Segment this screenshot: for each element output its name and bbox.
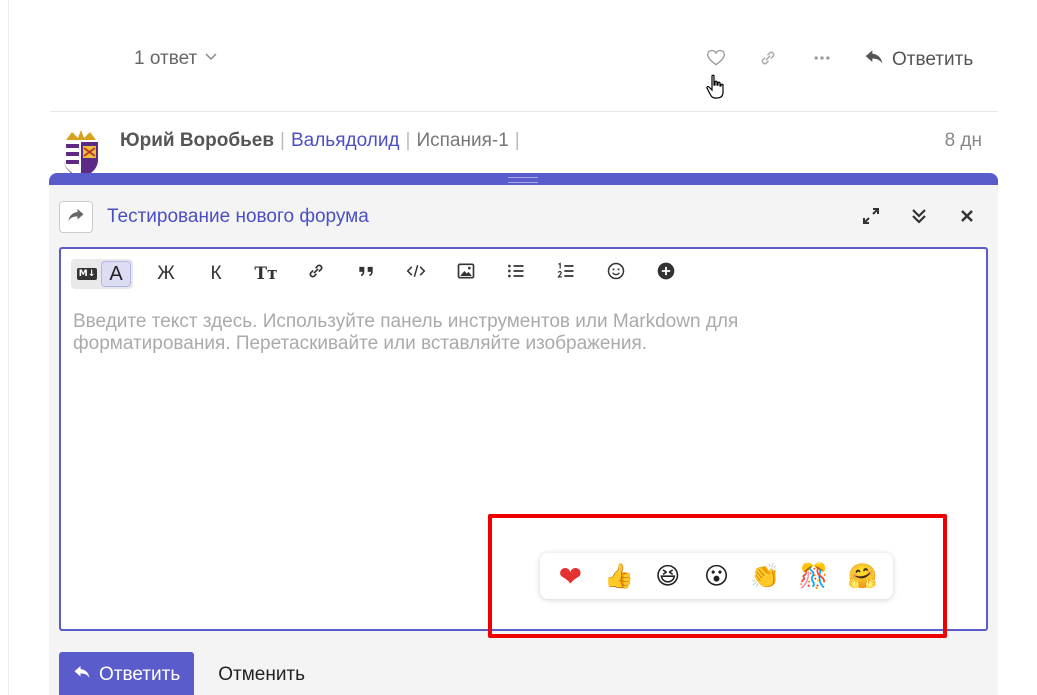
italic-icon: К [210,263,222,284]
laughing-reaction[interactable]: 😆 [652,560,684,592]
composer-footer: Ответить Отменить [59,652,305,695]
editor-mode-toggle[interactable]: M↓ A [71,259,133,289]
bold-icon: Ж [157,263,175,284]
quote-button[interactable] [341,259,391,289]
quote-icon [356,261,376,287]
submit-reply-button[interactable]: Ответить [59,652,195,695]
italic-button[interactable]: К [191,259,241,289]
post-reply-button[interactable]: Ответить [864,48,973,72]
reply-as-topic-button[interactable] [59,201,93,233]
reply-post-header: Юрий Воробьев | Вальядолид | Испания-1 |… [0,122,1037,178]
reaction-picker: ❤ 👍 😆 😮 👏 🎊 🤗 [540,553,893,599]
share-arrow-icon [67,207,85,228]
reply-arrow-icon [73,664,91,686]
minimize-button[interactable] [907,206,931,230]
separator: | [514,130,520,151]
heading-icon: Тт [254,264,278,284]
bullet-list-button[interactable] [491,259,541,289]
bullet-list-icon [506,261,526,287]
heart-icon [706,48,726,73]
like-button[interactable] [704,48,728,72]
composer-drag-handle[interactable] [508,177,538,183]
numbered-list-icon [556,261,576,287]
replies-count-label: 1 ответ [134,48,198,69]
separator: | [405,130,411,151]
code-icon [406,261,426,287]
cancel-button[interactable]: Отменить [218,664,305,686]
league-label: Испания-1 [416,130,509,151]
clapping-reaction[interactable]: 👏 [749,560,781,592]
hugging-reaction[interactable]: 🤗 [847,560,879,592]
editor-placeholder: Введите текст здесь. Используйте панель … [73,311,739,354]
chevron-down-icon [203,48,219,70]
more-insert-button[interactable] [641,259,691,289]
image-icon [456,261,476,287]
post-reply-label: Ответить [892,49,974,70]
left-border-line [8,0,9,695]
insert-link-button[interactable] [291,259,341,289]
markdown-mode-icon[interactable]: M↓ [77,268,97,280]
surprised-reaction[interactable]: 😮 [700,560,732,592]
editor-area[interactable]: M↓ A Ж К Тт Введите текст здесь. Использ… [59,247,988,631]
post-timestamp[interactable]: 8 дн [945,130,982,152]
reply-composer: Тестирование нового форума M↓ A Ж К Тт В… [49,173,998,695]
submit-reply-label: Ответить [99,664,181,685]
ellipsis-icon [812,48,832,73]
heart-reaction[interactable]: ❤ [554,560,586,593]
link-icon [758,48,778,73]
post-action-bar: 1 ответ Ответить [0,40,1037,80]
confetti-reaction[interactable]: 🎊 [798,560,830,592]
numbered-list-button[interactable] [541,259,591,289]
emoji-button[interactable] [591,259,641,289]
thumbs-up-reaction[interactable]: 👍 [603,560,635,592]
heading-button[interactable]: Тт [241,259,291,289]
fullscreen-button[interactable] [859,206,883,230]
hand-cursor-icon [706,74,726,100]
plus-circle-icon [656,261,676,287]
reply-arrow-icon [864,48,884,72]
topic-title-link[interactable]: Тестирование нового форума [107,206,369,228]
close-icon [959,208,975,229]
composer-title-row: Тестирование нового форума [59,201,989,235]
insert-image-button[interactable] [441,259,491,289]
avatar[interactable] [58,128,104,178]
rich-text-mode-icon[interactable]: A [101,261,131,287]
copy-link-button[interactable] [756,48,780,72]
author-line: Юрий Воробьев | Вальядолид | Испания-1 | [120,130,526,152]
code-button[interactable] [391,259,441,289]
expand-icon [862,207,880,230]
close-button[interactable] [955,206,979,230]
more-options-button[interactable] [810,48,834,72]
double-chevron-down-icon [910,207,928,230]
author-name[interactable]: Юрий Воробьев [120,130,274,152]
smiley-icon [606,261,626,287]
club-link[interactable]: Вальядолид [291,130,400,152]
link-icon [306,261,326,287]
replies-toggle[interactable]: 1 ответ [134,48,219,70]
separator: | [280,130,285,151]
post-divider [50,111,998,112]
editor-toolbar: M↓ A Ж К Тт [71,259,691,289]
bold-button[interactable]: Ж [141,259,191,289]
